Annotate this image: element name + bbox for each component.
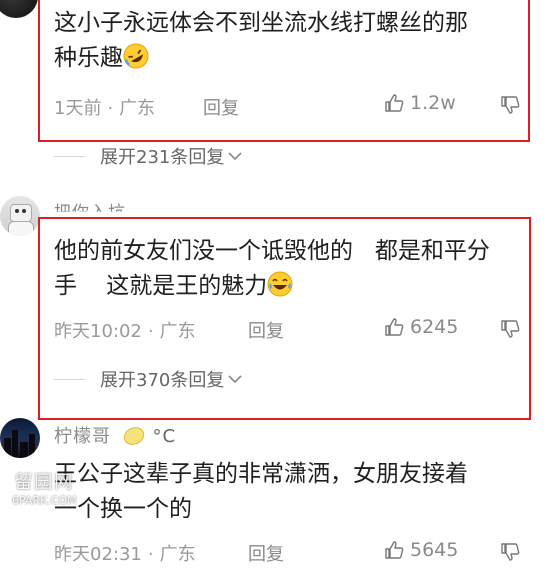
- location: 广东: [159, 321, 196, 342]
- expand-replies-button[interactable]: 展开231条回复: [54, 143, 242, 169]
- watermark-url: 6PARK.COM: [12, 494, 77, 507]
- separator: ·: [147, 544, 154, 565]
- location: 广东: [119, 98, 156, 119]
- expand-replies-label: 展开231条回复: [100, 147, 225, 168]
- like-button[interactable]: 1.2w: [384, 92, 456, 114]
- comment-text: 他的前女友们没一个诋毁他的 都是和平分 手 这就是王的魅力: [54, 234, 490, 304]
- thumbs-down-icon[interactable]: [500, 95, 520, 115]
- avatar[interactable]: [0, 0, 38, 18]
- comment-meta: 1天前 · 广东: [54, 94, 155, 120]
- reply-button[interactable]: 回复: [248, 317, 284, 343]
- divider: [54, 155, 86, 157]
- comment-line: 手 这就是王的魅力: [54, 269, 490, 304]
- thumbs-up-icon: [385, 94, 404, 112]
- laughing-rolling-emoji: [123, 43, 149, 69]
- timestamp: 昨天10:02: [54, 321, 142, 342]
- comment-text: 这小子永远体会不到坐流水线打螺丝的那 种乐趣: [54, 6, 468, 76]
- comment-line-text: 种乐趣: [54, 45, 123, 71]
- reply-button[interactable]: 回复: [203, 94, 239, 120]
- username[interactable]: 柠檬哥 °C: [54, 422, 176, 448]
- like-count: 5645: [410, 539, 459, 561]
- separator: ·: [147, 321, 154, 342]
- expand-replies-button[interactable]: 展开370条回复: [54, 366, 242, 392]
- separator: ·: [107, 98, 114, 119]
- watermark: 留园网 6PARK.COM: [12, 468, 77, 507]
- like-count: 1.2w: [410, 92, 456, 114]
- comment-line: 这小子永远体会不到坐流水线打螺丝的那: [54, 10, 468, 36]
- thumbs-up-icon: [385, 541, 404, 559]
- like-button[interactable]: 6245: [384, 316, 458, 338]
- location: 广东: [159, 544, 196, 565]
- username-suffix: °C: [152, 426, 177, 447]
- expand-replies-label: 展开370条回复: [100, 370, 225, 391]
- timestamp: 1天前: [54, 98, 102, 119]
- like-count: 6245: [410, 316, 459, 338]
- username-text: 柠檬哥: [54, 426, 111, 447]
- thumbs-down-icon[interactable]: [500, 319, 520, 339]
- comment-line: 他的前女友们没一个诋毁他的 都是和平分: [54, 238, 490, 264]
- comment-line: 种乐趣: [54, 41, 468, 76]
- thumbs-down-icon[interactable]: [500, 542, 520, 562]
- comment-line: 一个换一个的: [54, 496, 192, 522]
- like-button[interactable]: 5645: [384, 539, 458, 561]
- avatar[interactable]: [0, 418, 40, 458]
- comment-text: 王公子这辈子真的非常潇洒，女朋友接着 一个换一个的: [54, 457, 468, 527]
- avatar[interactable]: [0, 196, 40, 236]
- chevron-down-icon: [228, 152, 242, 161]
- watermark-text: 留园网: [14, 472, 75, 493]
- tears-of-joy-emoji: [267, 271, 293, 297]
- thumbs-up-icon: [385, 318, 404, 336]
- comment-line: 王公子这辈子真的非常潇洒，女朋友接着: [54, 461, 468, 487]
- comment-line-text: 手 这就是王的魅力: [54, 273, 268, 299]
- comment-meta: 昨天10:02 · 广东: [54, 317, 196, 343]
- comment-meta: 昨天02:31 · 广东: [54, 540, 196, 566]
- timestamp: 昨天02:31: [54, 544, 142, 565]
- lemon-icon: [123, 427, 144, 445]
- chevron-down-icon: [228, 375, 242, 384]
- reply-button[interactable]: 回复: [248, 540, 284, 566]
- divider: [54, 378, 86, 380]
